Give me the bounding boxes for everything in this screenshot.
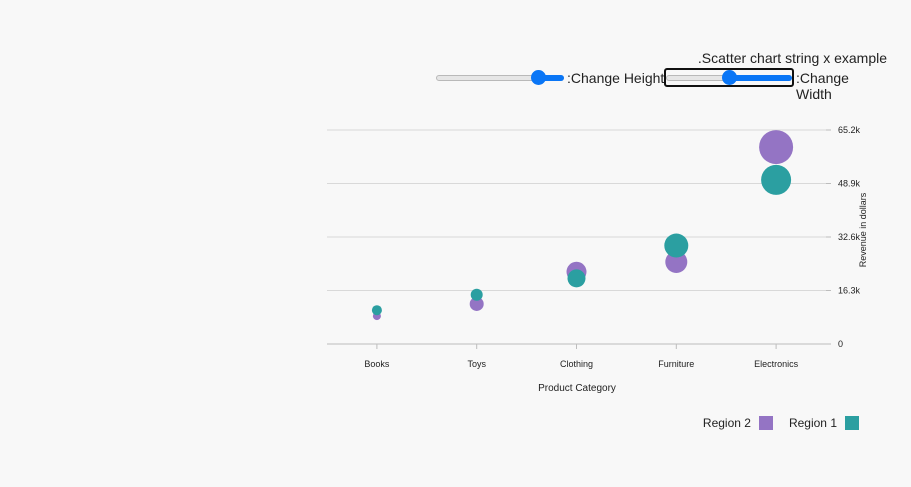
legend-item[interactable]: Region 2 [703, 416, 773, 430]
x-axis-label: Product Category [538, 383, 616, 394]
legend-swatch [758, 416, 773, 430]
y-tick-label: 16.3k [838, 286, 861, 296]
data-point [761, 164, 792, 195]
y-tick-label: 65.2k [838, 125, 861, 135]
y-axis-label: Revenue in dollars [858, 192, 868, 267]
legend-label: Region 1 [788, 416, 837, 430]
x-tick-label: Furniture [658, 359, 694, 369]
chart-legend: Region 2 Region 1 [703, 416, 859, 430]
x-tick-label: Toys [467, 359, 486, 369]
x-tick-label: Books [364, 359, 390, 369]
legend-item[interactable]: Region 1 [789, 416, 859, 430]
scatter-chart: 016.3k32.6k48.9k65.2kBooks Toys Clothing Fu… [327, 125, 868, 394]
x-tick-label: Electronics [754, 359, 799, 369]
data-point [470, 288, 483, 301]
legend-swatch [845, 416, 859, 430]
data-point [371, 305, 382, 316]
x-tick-label: Clothing [560, 359, 593, 369]
data-point [759, 130, 794, 165]
y-tick-label: 0 [838, 339, 843, 349]
data-point [664, 233, 689, 258]
data-point [567, 269, 586, 288]
legend-label: Region 2 [702, 416, 751, 430]
y-tick-label: 48.9k [838, 179, 861, 189]
